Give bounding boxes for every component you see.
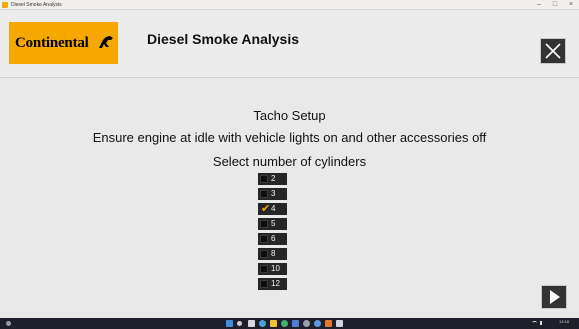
main-panel: Tacho Setup Ensure engine at idle with v…: [0, 79, 579, 317]
volume-icon[interactable]: [540, 321, 544, 325]
checkbox-checked[interactable]: ✔: [260, 203, 271, 215]
cylinder-option-8[interactable]: 8: [258, 248, 287, 260]
close-icon: [545, 43, 561, 59]
next-button[interactable]: [541, 285, 567, 309]
window-titlebar: Diesel Smoke Analysis – □ ×: [0, 0, 579, 10]
cylinder-label: 4: [271, 204, 276, 213]
checkbox[interactable]: [260, 220, 268, 228]
cylinder-label: 6: [271, 234, 276, 243]
cylinder-option-5[interactable]: 5: [258, 218, 287, 230]
checkbox[interactable]: [260, 265, 268, 273]
taskbar: 13:18: [0, 318, 579, 329]
cylinder-option-2[interactable]: 2: [258, 173, 287, 185]
cylinder-option-10[interactable]: 10: [258, 263, 287, 275]
checkbox[interactable]: [260, 280, 268, 288]
app-icon[interactable]: [314, 320, 321, 327]
section-heading: Tacho Setup: [253, 108, 326, 123]
wifi-icon[interactable]: [532, 321, 537, 325]
cylinder-label: 12: [271, 279, 280, 288]
maximize-button[interactable]: □: [547, 0, 563, 10]
cylinder-label: 10: [271, 264, 280, 273]
cylinder-label: 2: [271, 174, 276, 183]
cylinder-option-6[interactable]: 6: [258, 233, 287, 245]
checkbox[interactable]: [260, 190, 268, 198]
clock-time[interactable]: 13:18: [559, 319, 569, 324]
window-close-button[interactable]: ×: [563, 0, 579, 10]
continental-logo: Continental: [9, 22, 118, 64]
cylinder-option-3[interactable]: 3: [258, 188, 287, 200]
page-title: Diesel Smoke Analysis: [147, 31, 300, 47]
checkbox[interactable]: [260, 250, 268, 258]
cylinder-prompt: Select number of cylinders: [212, 154, 367, 169]
windows-start-icon[interactable]: [226, 320, 233, 327]
mail-icon[interactable]: [292, 320, 299, 327]
cylinder-option-12[interactable]: 12: [258, 278, 287, 290]
logo-text: Continental: [15, 35, 89, 51]
horse-logo-icon: [97, 34, 115, 55]
checkbox[interactable]: [260, 235, 268, 243]
file-explorer-icon[interactable]: [270, 320, 277, 327]
store-icon[interactable]: [325, 320, 332, 327]
play-icon: [550, 290, 560, 304]
window-title: Diesel Smoke Analysis: [11, 2, 62, 8]
edge-icon[interactable]: [259, 320, 266, 327]
task-view-icon[interactable]: [248, 320, 255, 327]
instruction-text: Ensure engine at idle with vehicle light…: [92, 130, 487, 145]
minimize-button[interactable]: –: [531, 0, 547, 10]
cylinder-option-4[interactable]: ✔ 4: [258, 203, 287, 215]
search-icon[interactable]: [237, 321, 242, 326]
search-icon[interactable]: [6, 321, 11, 326]
cylinder-label: 5: [271, 219, 276, 228]
cylinder-label: 3: [271, 189, 276, 198]
cylinder-label: 8: [271, 249, 276, 258]
settings-icon[interactable]: [303, 320, 310, 327]
checkbox[interactable]: [260, 175, 268, 183]
close-button[interactable]: [540, 38, 566, 64]
app-header: Continental Diesel Smoke Analysis: [0, 11, 579, 78]
checkmark-icon: ✔: [261, 203, 271, 215]
app-icon: [2, 2, 8, 8]
word-icon[interactable]: [336, 320, 343, 327]
chrome-icon[interactable]: [281, 320, 288, 327]
